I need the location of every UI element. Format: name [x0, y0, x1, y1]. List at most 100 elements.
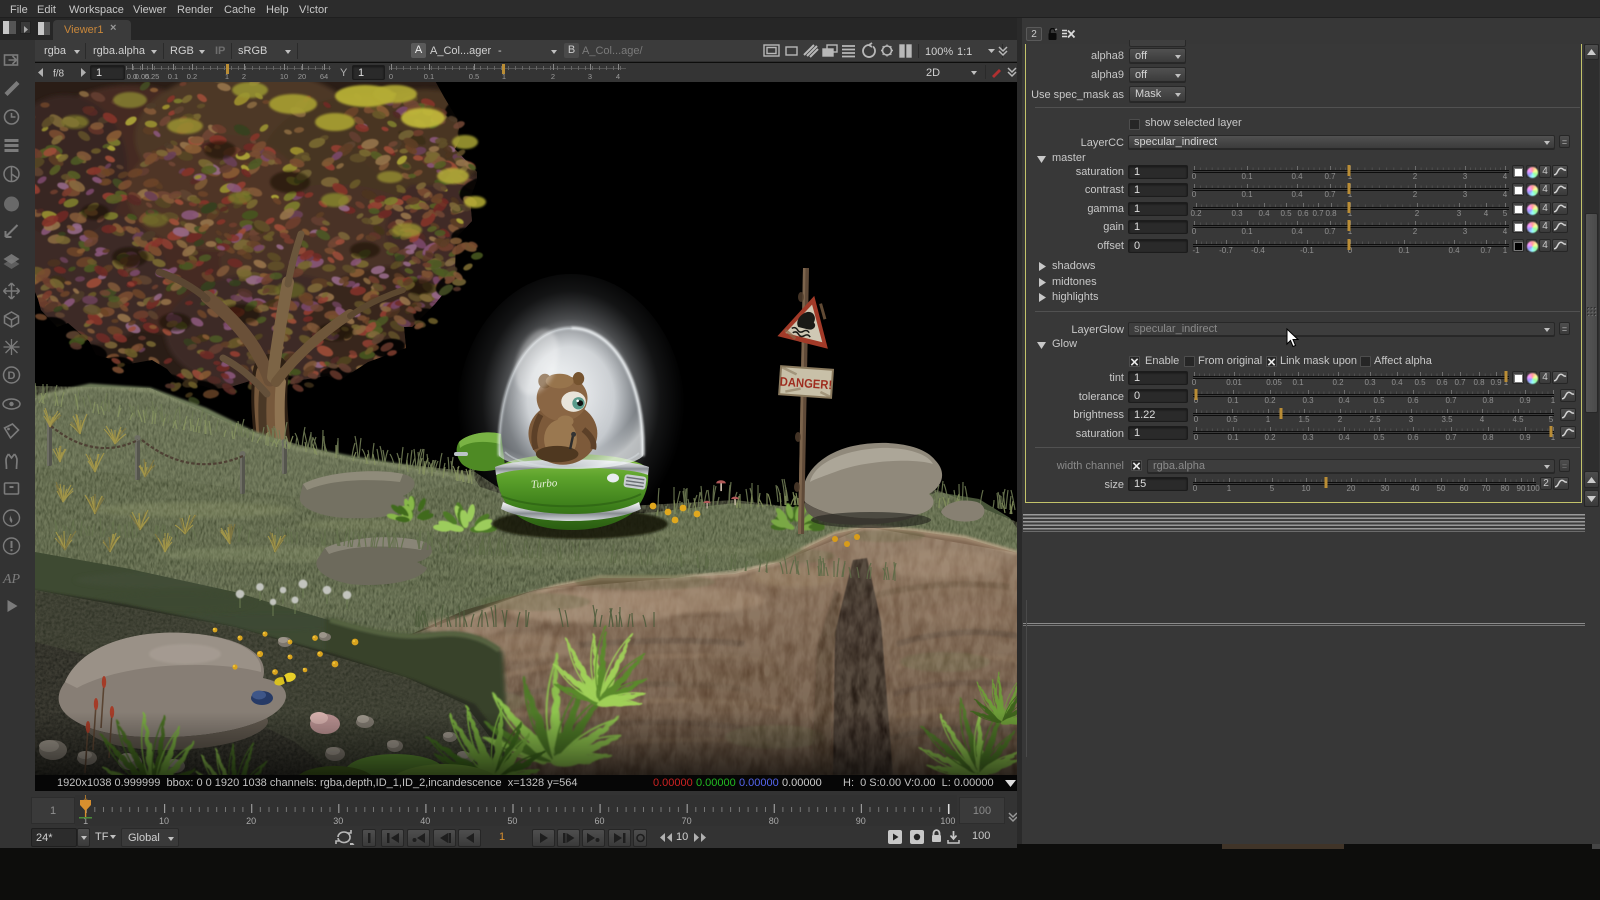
svg-text:10: 10	[280, 72, 288, 81]
svg-text:30: 30	[333, 816, 343, 826]
svg-text:f/8: f/8	[53, 69, 65, 80]
svg-text:0.3: 0.3	[1231, 209, 1243, 218]
svg-text:100: 100	[1526, 484, 1540, 493]
svg-text:0.3: 0.3	[1364, 378, 1376, 387]
svg-text:-0.7: -0.7	[1219, 246, 1233, 255]
svg-text:0.3: 0.3	[1302, 396, 1314, 405]
svg-text:0.4: 0.4	[1391, 378, 1403, 387]
svg-text:1: 1	[1227, 484, 1232, 493]
svg-text:0.7: 0.7	[1445, 396, 1457, 405]
svg-text:0.01: 0.01	[1226, 378, 1242, 387]
svg-text:0.9: 0.9	[1519, 396, 1531, 405]
svg-text:0.5: 0.5	[1373, 396, 1385, 405]
svg-text:0.9: 0.9	[1519, 433, 1531, 442]
svg-text:-0.4: -0.4	[1251, 246, 1265, 255]
svg-text:0.8: 0.8	[1482, 396, 1494, 405]
svg-text:0: 0	[1192, 227, 1197, 236]
svg-text:30: 30	[1381, 484, 1390, 493]
svg-text:60: 60	[1460, 484, 1469, 493]
svg-text:0.1: 0.1	[168, 72, 178, 81]
svg-text:1:1: 1:1	[957, 46, 972, 58]
svg-text:64: 64	[320, 72, 328, 81]
svg-text:-1: -1	[1192, 246, 1200, 255]
svg-text:100%: 100%	[925, 46, 953, 58]
svg-text:0.2: 0.2	[1332, 378, 1344, 387]
svg-text:0.5: 0.5	[1373, 433, 1385, 442]
svg-text:0.4: 0.4	[1258, 209, 1270, 218]
svg-text:70: 70	[682, 816, 692, 826]
svg-text:0.7: 0.7	[1445, 433, 1457, 442]
svg-text:50: 50	[507, 816, 517, 826]
svg-text:4: 4	[1503, 227, 1508, 236]
svg-text:0.4: 0.4	[1338, 396, 1350, 405]
svg-text:0.7: 0.7	[1324, 172, 1336, 181]
svg-text:0.5: 0.5	[469, 72, 479, 81]
svg-text:0.4: 0.4	[1448, 246, 1460, 255]
svg-text:0: 0	[1194, 415, 1199, 424]
svg-text:0.2: 0.2	[1264, 396, 1276, 405]
svg-text:2: 2	[1413, 227, 1418, 236]
svg-text:0.1: 0.1	[1227, 396, 1239, 405]
svg-text:2: 2	[551, 72, 555, 81]
svg-text:2.5: 2.5	[1369, 415, 1381, 424]
svg-text:70: 70	[1482, 484, 1491, 493]
svg-text:1: 1	[83, 795, 88, 802]
svg-text:0.8: 0.8	[1325, 209, 1337, 218]
svg-text:2: 2	[1413, 172, 1418, 181]
svg-text:20: 20	[298, 72, 306, 81]
svg-text:0.8: 0.8	[1473, 378, 1485, 387]
svg-text:3.5: 3.5	[1441, 415, 1453, 424]
svg-text:0.2: 0.2	[1190, 209, 1202, 218]
svg-text:1: 1	[1266, 415, 1271, 424]
svg-text:5: 5	[1549, 415, 1554, 424]
svg-text:0: 0	[1194, 433, 1199, 442]
svg-text:0.1: 0.1	[1398, 246, 1410, 255]
svg-text:0.6: 0.6	[1407, 396, 1419, 405]
svg-text:0.6: 0.6	[1297, 209, 1309, 218]
svg-text:4: 4	[1503, 172, 1508, 181]
svg-text:50: 50	[1437, 484, 1446, 493]
svg-text:3: 3	[1463, 227, 1468, 236]
svg-text:4: 4	[616, 72, 620, 81]
svg-text:0.4: 0.4	[1291, 227, 1303, 236]
svg-text:0.25: 0.25	[145, 72, 160, 81]
svg-text:0.1: 0.1	[1241, 227, 1253, 236]
svg-text:80: 80	[769, 816, 779, 826]
svg-text:0.05: 0.05	[1266, 378, 1282, 387]
svg-text:40: 40	[420, 816, 430, 826]
svg-text:90: 90	[1517, 484, 1526, 493]
svg-text:20: 20	[246, 816, 256, 826]
svg-text:100: 100	[940, 816, 955, 826]
svg-text:80: 80	[1501, 484, 1510, 493]
svg-text:0: 0	[1192, 190, 1197, 199]
svg-text:0.9: 0.9	[1490, 378, 1502, 387]
svg-text:0.3: 0.3	[1302, 433, 1314, 442]
svg-text:20: 20	[1347, 484, 1356, 493]
svg-text:0.8: 0.8	[1482, 433, 1494, 442]
svg-text:4.5: 4.5	[1512, 415, 1524, 424]
svg-text:0.1: 0.1	[424, 72, 434, 81]
svg-text:4: 4	[1503, 190, 1508, 199]
svg-text:10: 10	[159, 816, 169, 826]
svg-text:0: 0	[1192, 172, 1197, 181]
svg-text:0.1: 0.1	[1292, 378, 1304, 387]
svg-text:3: 3	[1457, 209, 1462, 218]
svg-text:60: 60	[594, 816, 604, 826]
svg-text:2: 2	[1415, 209, 1420, 218]
svg-text:0.7: 0.7	[1454, 378, 1466, 387]
svg-text:3: 3	[1463, 190, 1468, 199]
svg-text:0.4: 0.4	[1338, 433, 1350, 442]
svg-text:0.1: 0.1	[1241, 172, 1253, 181]
svg-text:10: 10	[1302, 484, 1311, 493]
svg-text:1.5: 1.5	[1298, 415, 1310, 424]
svg-text:0.1: 0.1	[1227, 433, 1239, 442]
svg-text:0.4: 0.4	[1291, 172, 1303, 181]
svg-text:1: 1	[1551, 396, 1556, 405]
svg-text:0: 0	[1192, 378, 1197, 387]
svg-text:0.5: 0.5	[1414, 378, 1426, 387]
svg-text:0.4: 0.4	[1291, 190, 1303, 199]
svg-text:0.7: 0.7	[1480, 246, 1492, 255]
svg-text:1: 1	[1503, 246, 1508, 255]
svg-text:0.6: 0.6	[1436, 378, 1448, 387]
svg-text:-0.1: -0.1	[1300, 246, 1314, 255]
